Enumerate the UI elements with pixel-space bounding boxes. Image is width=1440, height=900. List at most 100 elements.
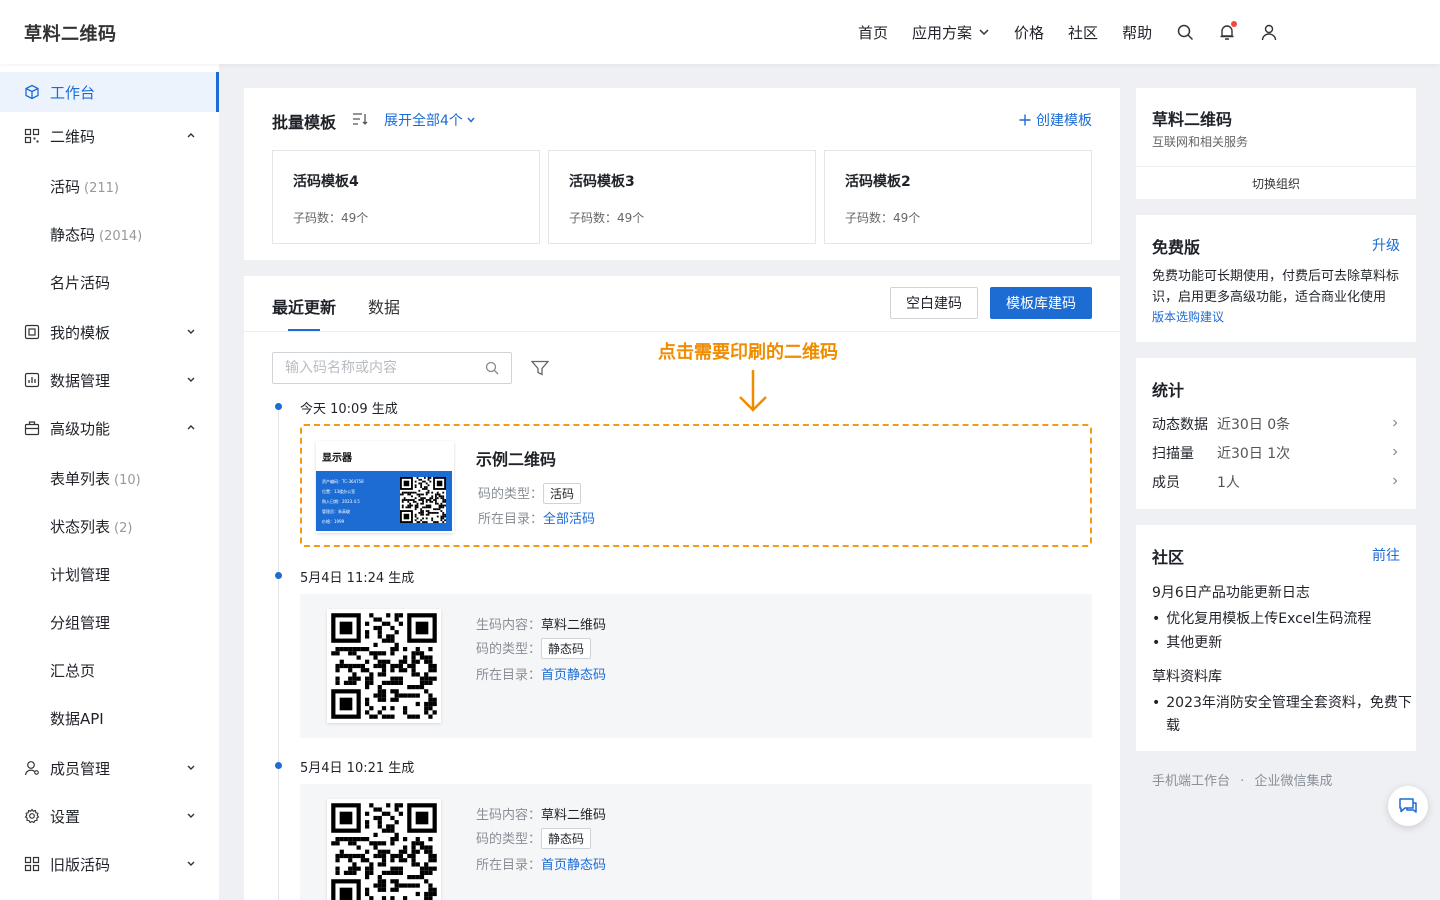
entry-time: 今天 10:09 生成 (300, 402, 398, 417)
nav-solutions[interactable]: 应用方案 (912, 22, 990, 43)
qr-entry-card[interactable]: 生码内容：草料二维码 码的类型： 静态码 所在目录：首页静态码 (300, 594, 1092, 738)
template-name: 活码模板3 (569, 174, 635, 190)
stat-row[interactable]: 扫描量 近30日 1次 (1152, 442, 1400, 464)
recent-panel: 最近更新 数据 空白建码 模板库建码 今天 10:09 生成 显示器 资产编码：… (244, 276, 1120, 900)
sidebar-item-groups[interactable]: 分组管理 (0, 602, 219, 642)
stat-row[interactable]: 动态数据 近30日 0条 (1152, 413, 1400, 435)
tab-data[interactable]: 数据 (368, 294, 400, 318)
sidebar-item-static-code[interactable]: 静态码 (2014) (0, 214, 219, 254)
library-item-cont: 载 (1166, 718, 1180, 734)
blank-create-button[interactable]: 空白建码 (890, 287, 978, 319)
template-card[interactable]: 活码模板3 子码数：49个 (548, 150, 816, 244)
bell-icon[interactable] (1218, 21, 1238, 41)
count-badge: (10) (114, 472, 141, 488)
community-go-link[interactable]: 前往 (1372, 545, 1400, 565)
dir-link[interactable]: 首页静态码 (541, 858, 606, 873)
sidebar-item-members[interactable]: 成员管理 (0, 748, 219, 788)
sidebar-item-card-code[interactable]: 名片活码 (0, 262, 219, 302)
sidebar-item-summary[interactable]: 汇总页 (0, 650, 219, 690)
changelog-title[interactable]: 9月6日产品功能更新日志 (1152, 582, 1310, 602)
cube-icon (25, 84, 39, 100)
sidebar-item-status-list[interactable]: 状态列表 (2) (0, 506, 219, 546)
stat-key: 扫描量 (1152, 446, 1194, 462)
qr-pattern (400, 477, 446, 523)
sidebar-item-my-templates[interactable]: 我的模板 (0, 312, 219, 352)
chevron-right-icon (1393, 419, 1398, 427)
search-input[interactable] (273, 353, 473, 383)
qr-dir-row: 所在目录：全部活码 (478, 508, 595, 527)
sidebar-item-data-api[interactable]: 数据API (0, 698, 219, 738)
grid-icon (24, 856, 40, 872)
user-icon[interactable] (1260, 23, 1278, 41)
nav-help[interactable]: 帮助 (1122, 22, 1152, 43)
sort-icon[interactable] (352, 112, 368, 126)
filter-icon[interactable] (531, 360, 549, 376)
template-subcount: 子码数：49个 (569, 211, 645, 225)
chevron-down-icon (187, 861, 195, 866)
chevron-right-icon (1393, 448, 1398, 456)
chevron-up-icon (187, 133, 195, 138)
dir-link[interactable]: 全部活码 (543, 512, 595, 527)
template-subcount: 子码数：49个 (293, 211, 369, 225)
sidebar-item-legacy-code[interactable]: 旧版活码 (0, 844, 219, 884)
label-body: 资产编码：TC-364758 位置：13楼办公室 购入日期：2023.4.5 管… (316, 471, 452, 531)
sidebar-item-plans[interactable]: 计划管理 (0, 554, 219, 594)
nav-home[interactable]: 首页 (858, 22, 888, 43)
sidebar-item-data-management[interactable]: 数据管理 (0, 360, 219, 400)
type-label: 码的类型： (476, 642, 542, 657)
label-text: 活码 (50, 177, 81, 196)
template-card[interactable]: 活码模板4 子码数：49个 (272, 150, 540, 244)
create-template-label: 创建模板 (1036, 113, 1092, 129)
qr-dir-row: 所在目录：首页静态码 (476, 664, 606, 683)
tab-recent[interactable]: 最近更新 (272, 294, 336, 318)
wecom-integration-link[interactable]: 企业微信集成 (1254, 774, 1332, 789)
sidebar-item-label: 数据管理 (50, 371, 111, 390)
label-line: 购入日期：2023.4.5 (322, 499, 360, 504)
template-card[interactable]: 活码模板2 子码数：49个 (824, 150, 1092, 244)
timeline-line (278, 406, 279, 900)
nav-community[interactable]: 社区 (1068, 22, 1098, 43)
nav-solutions-label: 应用方案 (912, 23, 973, 42)
qr-entry-card[interactable]: 显示器 资产编码：TC-364758 位置：13楼办公室 购入日期：2023.4… (300, 424, 1092, 547)
stats-title: 统计 (1152, 381, 1185, 400)
sidebar-item-live-code[interactable]: 活码 (211) (0, 166, 219, 206)
library-title[interactable]: 草料资料库 (1152, 666, 1222, 686)
stat-key: 成员 (1152, 475, 1180, 491)
search-icon[interactable] (485, 361, 499, 375)
sidebar-item-qrcode[interactable]: 二维码 (0, 116, 219, 156)
plan-advice-link[interactable]: 版本选购建议 (1152, 308, 1224, 325)
count-badge: (2) (114, 520, 133, 536)
plan-panel: 免费版 升级 免费功能可长期使用，付费后可去除草料标 识，启用更多高级功能，适合… (1136, 215, 1416, 342)
mobile-workbench-link[interactable]: 手机端工作台 (1152, 774, 1230, 789)
type-label: 码的类型： (478, 487, 544, 502)
sidebar-item-advanced[interactable]: 高级功能 (0, 408, 219, 448)
label-text: 状态列表 (50, 517, 111, 536)
switch-org-button[interactable]: 切换组织 (1136, 167, 1416, 199)
sidebar-item-workbench[interactable]: 工作台 (0, 72, 219, 112)
upgrade-link[interactable]: 升级 (1372, 235, 1400, 255)
stat-row[interactable]: 成员 1人 (1152, 471, 1400, 493)
library-item[interactable]: 2023年消防安全管理全套资料，免费下 (1152, 692, 1412, 712)
brand-logo[interactable]: 草料二维码 (24, 20, 117, 46)
org-industry: 互联网和相关服务 (1152, 135, 1249, 149)
chevron-down-icon (187, 813, 195, 818)
plan-title: 免费版 (1152, 238, 1201, 257)
batch-templates-panel: 批量模板 展开全部4个 创建模板 活码模板4 子码数：49个 活码模板3 子码数… (244, 88, 1120, 260)
dir-link[interactable]: 首页静态码 (541, 668, 606, 683)
qr-code-image (327, 609, 441, 723)
qr-code-image (400, 477, 446, 523)
qr-entry-card[interactable]: 生码内容：草料二维码 码的类型： 静态码 所在目录：首页静态码 (300, 784, 1092, 900)
stat-value: 近30日 0条 (1217, 417, 1291, 433)
sidebar-item-settings[interactable]: 设置 (0, 796, 219, 836)
chat-support-button[interactable] (1388, 786, 1428, 826)
entry-time: 5月4日 11:24 生成 (300, 571, 415, 586)
sidebar-item-forms[interactable]: 表单列表 (10) (0, 458, 219, 498)
label-text: 表单列表 (50, 469, 111, 488)
template-create-button[interactable]: 模板库建码 (990, 287, 1092, 319)
search-icon[interactable] (1176, 23, 1194, 41)
sidebar-item-label: 旧版活码 (50, 855, 111, 874)
expand-all-link[interactable]: 展开全部4个 (384, 110, 476, 130)
create-template-button[interactable]: 创建模板 (1019, 110, 1092, 130)
nav-pricing[interactable]: 价格 (1014, 22, 1044, 43)
dir-label: 所在目录： (478, 512, 544, 527)
